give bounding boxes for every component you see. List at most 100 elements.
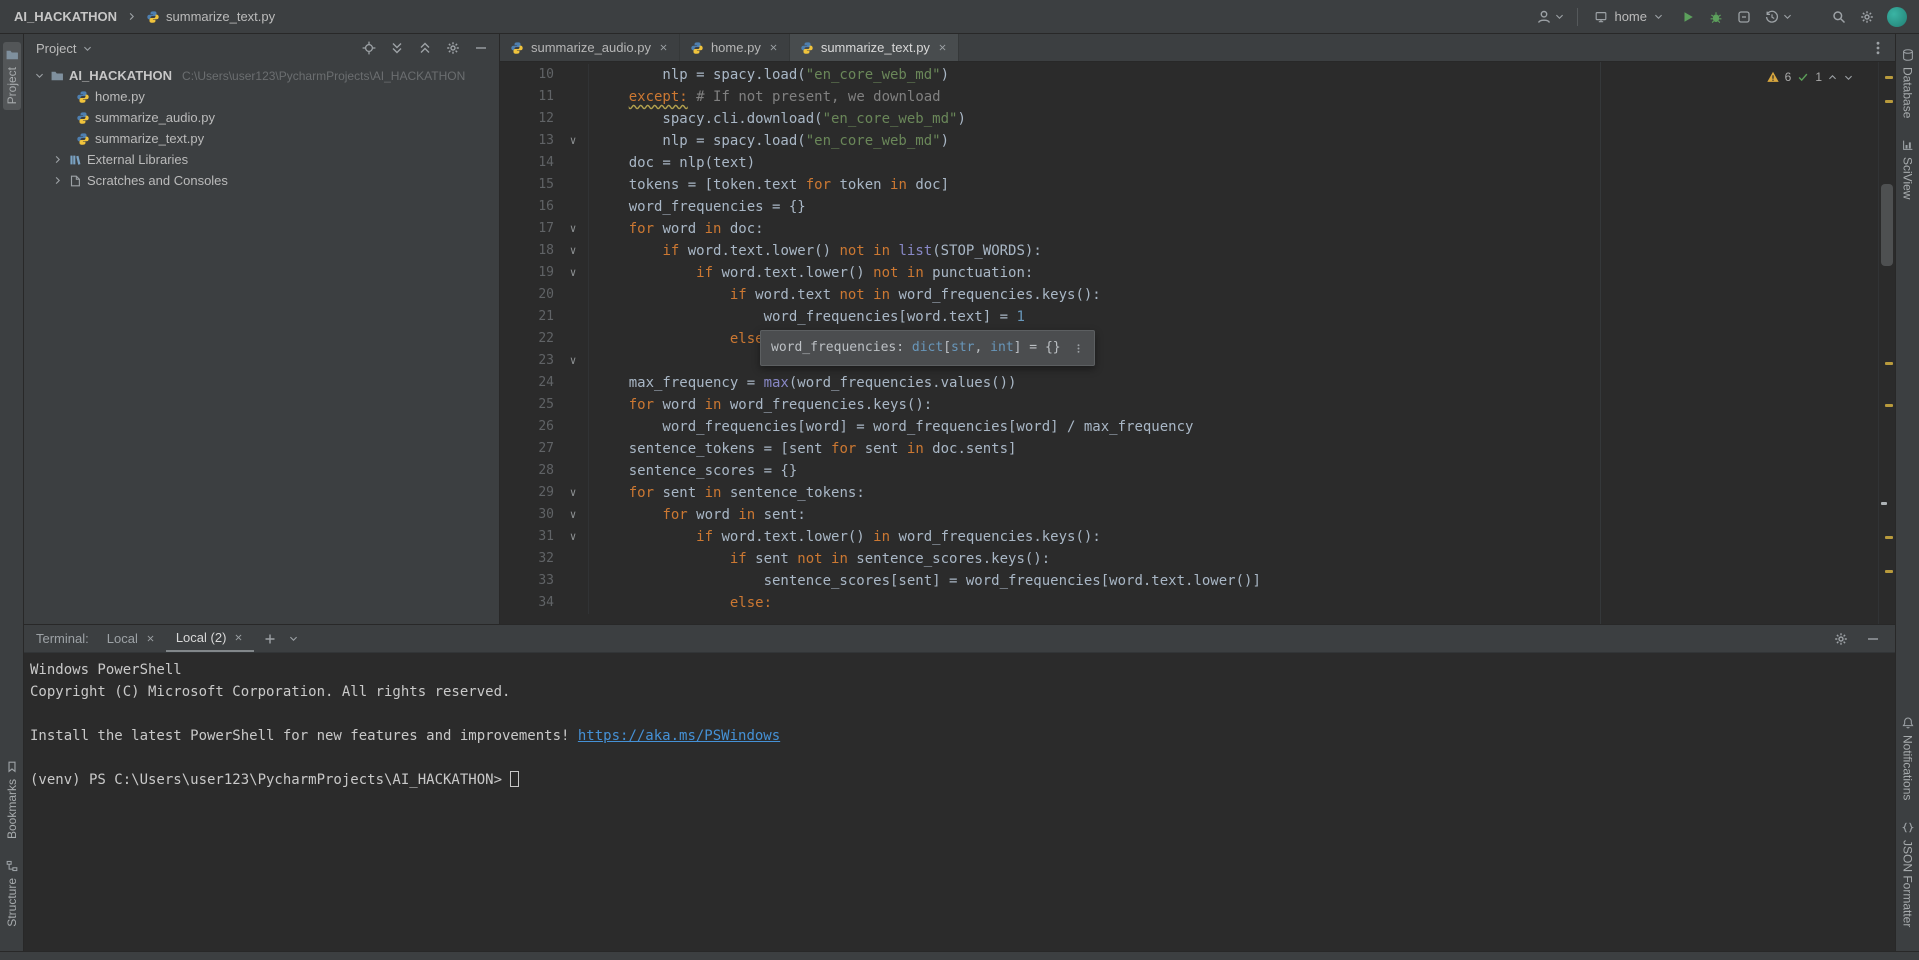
fold-arrow-icon[interactable]: ∨: [558, 262, 588, 284]
code-text[interactable]: for word in sent:: [588, 504, 1878, 526]
fold-arrow-icon[interactable]: ∨: [558, 482, 588, 504]
run-history-button[interactable]: [1764, 9, 1793, 25]
code-text[interactable]: if word.text.lower() in word_frequencies…: [588, 526, 1878, 548]
profile-avatar[interactable]: [1887, 6, 1907, 27]
code-line[interactable]: 21 word_frequencies[word.text] = 1: [500, 306, 1878, 328]
code-with-me-button[interactable]: [1536, 9, 1565, 25]
chevron-down-icon[interactable]: [82, 43, 93, 54]
code-text[interactable]: for sent in sentence_tokens:: [588, 482, 1878, 504]
line-number[interactable]: 15: [500, 174, 558, 196]
editor-tab-summarize-text[interactable]: summarize_text.py: [789, 34, 959, 61]
code-text[interactable]: max_frequency = max(word_frequencies.val…: [588, 372, 1878, 394]
code-text[interactable]: tokens = [token.text for token in doc]: [588, 174, 1878, 196]
code-line[interactable]: 14 doc = nlp(text): [500, 152, 1878, 174]
fold-arrow-icon[interactable]: ∨: [558, 240, 588, 262]
code-text[interactable]: sentence_tokens = [sent for sent in doc.…: [588, 438, 1878, 460]
tree-item-scratches[interactable]: Scratches and Consoles: [24, 170, 499, 191]
prev-issue-icon[interactable]: [1827, 72, 1838, 83]
code-line[interactable]: 29 ∨ for sent in sentence_tokens:: [500, 482, 1878, 504]
code-line[interactable]: 16 word_frequencies = {}: [500, 196, 1878, 218]
tool-button-database[interactable]: Database: [1899, 42, 1917, 124]
fold-arrow-icon[interactable]: ∨: [558, 504, 588, 526]
tool-button-json-formatter[interactable]: JSON Formatter: [1899, 815, 1917, 933]
terminal-tab-local[interactable]: Local: [97, 625, 166, 652]
code-text[interactable]: if word.text.lower() not in punctuation:: [588, 262, 1878, 284]
hide-panel-button[interactable]: [473, 40, 489, 56]
line-number[interactable]: 19: [500, 262, 558, 284]
line-number[interactable]: 18: [500, 240, 558, 262]
fold-arrow-icon[interactable]: ∨: [558, 130, 588, 152]
code-line[interactable]: 20 if word.text not in word_frequencies.…: [500, 284, 1878, 306]
code-text[interactable]: nlp = spacy.load("en_core_web_md"): [588, 64, 1878, 86]
editor-code[interactable]: 10 nlp = spacy.load("en_core_web_md") 11 …: [500, 62, 1878, 624]
line-number[interactable]: 31: [500, 526, 558, 548]
terminal-dropdown-icon[interactable]: [288, 633, 299, 644]
line-number[interactable]: 33: [500, 570, 558, 592]
line-number[interactable]: 27: [500, 438, 558, 460]
code-text[interactable]: spacy.cli.download("en_core_web_md"): [588, 108, 1878, 130]
code-text[interactable]: for word in doc:: [588, 218, 1878, 240]
line-number[interactable]: 34: [500, 592, 558, 614]
line-number[interactable]: 28: [500, 460, 558, 482]
line-number[interactable]: 11: [500, 86, 558, 108]
close-icon[interactable]: [768, 42, 779, 53]
line-number[interactable]: 12: [500, 108, 558, 130]
code-line[interactable]: 22 else: [500, 328, 1878, 350]
line-number[interactable]: 21: [500, 306, 558, 328]
next-issue-icon[interactable]: [1843, 72, 1854, 83]
fold-arrow-icon[interactable]: ∨: [558, 350, 588, 372]
fold-arrow-icon[interactable]: ∨: [558, 218, 588, 240]
code-line[interactable]: 12 spacy.cli.download("en_core_web_md"): [500, 108, 1878, 130]
debug-button[interactable]: [1708, 9, 1724, 25]
line-number[interactable]: 20: [500, 284, 558, 306]
chevron-down-icon[interactable]: [34, 70, 45, 81]
code-text[interactable]: word_frequencies[word.text] = 1: [588, 306, 1878, 328]
code-text[interactable]: for word in word_frequencies.keys():: [588, 394, 1878, 416]
code-text[interactable]: else:: [588, 592, 1878, 614]
tool-button-notifications[interactable]: Notifications: [1899, 710, 1917, 806]
code-line[interactable]: 30 ∨ for word in sent:: [500, 504, 1878, 526]
terminal-tab-local-2[interactable]: Local (2): [165, 625, 255, 652]
tool-button-structure[interactable]: Structure: [3, 853, 21, 933]
code-line[interactable]: 33 sentence_scores[sent] = word_frequenc…: [500, 570, 1878, 592]
line-number[interactable]: 24: [500, 372, 558, 394]
line-number[interactable]: 13: [500, 130, 558, 152]
tree-item-root[interactable]: AI_HACKATHON C:\Users\user123\PycharmPro…: [24, 65, 499, 86]
tree-item-summarize-text-py[interactable]: summarize_text.py: [24, 128, 499, 149]
code-text[interactable]: except: # If not present, we download: [588, 86, 1878, 108]
editor-tab-summarize-audio[interactable]: summarize_audio.py: [500, 34, 680, 61]
line-number[interactable]: 30: [500, 504, 558, 526]
warning-stripe-mark[interactable]: [1885, 536, 1893, 539]
code-line[interactable]: 25 for word in word_frequencies.keys():: [500, 394, 1878, 416]
line-number[interactable]: 29: [500, 482, 558, 504]
tree-item-summarize-audio-py[interactable]: summarize_audio.py: [24, 107, 499, 128]
code-line[interactable]: 10 nlp = spacy.load("en_core_web_md"): [500, 64, 1878, 86]
terminal-output[interactable]: Windows PowerShell Copyright (C) Microso…: [24, 653, 1895, 951]
settings-button[interactable]: [1859, 9, 1875, 25]
code-text[interactable]: word_frequencies = {}: [588, 196, 1878, 218]
code-text[interactable]: if word.text.lower() not in list(STOP_WO…: [588, 240, 1878, 262]
collapse-all-button[interactable]: [417, 40, 433, 56]
editor-tab-home[interactable]: home.py: [680, 34, 790, 61]
search-everywhere-button[interactable]: [1831, 9, 1847, 25]
code-line[interactable]: 32 if sent not in sentence_scores.keys()…: [500, 548, 1878, 570]
tool-button-bookmarks[interactable]: Bookmarks: [3, 754, 21, 845]
code-text[interactable]: sentence_scores[sent] = word_frequencies…: [588, 570, 1878, 592]
warning-stripe-mark[interactable]: [1885, 570, 1893, 573]
code-line[interactable]: 13 ∨ nlp = spacy.load("en_core_web_md"): [500, 130, 1878, 152]
warning-stripe-mark[interactable]: [1885, 404, 1893, 407]
close-icon[interactable]: [145, 633, 156, 644]
code-line[interactable]: 31 ∨ if word.text.lower() in word_frequen…: [500, 526, 1878, 548]
code-line[interactable]: 24 max_frequency = max(word_frequencies.…: [500, 372, 1878, 394]
close-icon[interactable]: [233, 632, 244, 643]
chevron-right-icon[interactable]: [52, 154, 63, 165]
panel-options-button[interactable]: [445, 40, 461, 56]
expand-all-button[interactable]: [389, 40, 405, 56]
inspections-widget[interactable]: 6 1: [1766, 66, 1854, 88]
line-number[interactable]: 23: [500, 350, 558, 372]
new-terminal-button[interactable]: [262, 631, 278, 647]
code-line[interactable]: 19 ∨ if word.text.lower() not in punctuat…: [500, 262, 1878, 284]
tree-item-external-libraries[interactable]: External Libraries: [24, 149, 499, 170]
chevron-right-icon[interactable]: [52, 175, 63, 186]
code-line[interactable]: 18 ∨ if word.text.lower() not in list(STO…: [500, 240, 1878, 262]
